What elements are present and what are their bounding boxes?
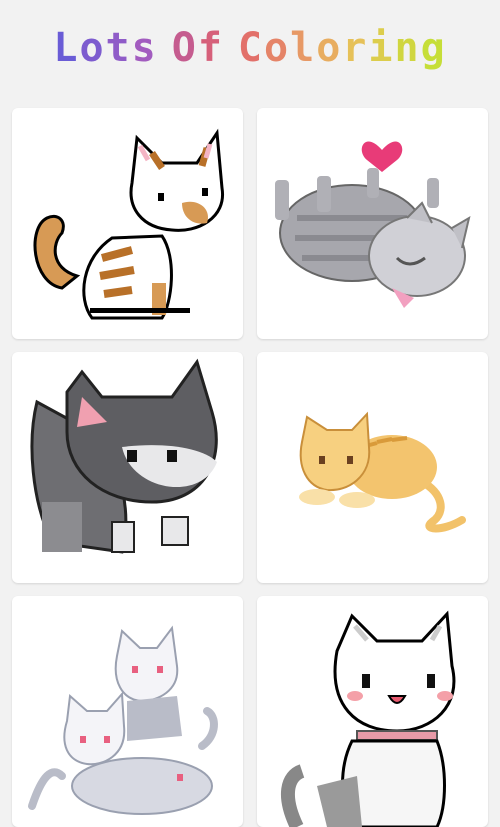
- artwork-card-white-cat-with-collar[interactable]: [257, 596, 488, 827]
- title-letter: l: [290, 25, 317, 71]
- artwork-card-gray-cat-with-heart[interactable]: [257, 108, 488, 339]
- gray-cat-with-heart-image: [275, 141, 471, 308]
- title-letter: o: [79, 25, 106, 71]
- title-letter: s: [131, 25, 158, 71]
- white-cat-with-collar-image: [280, 610, 456, 827]
- artwork-card-stacked-white-cats[interactable]: [12, 596, 243, 827]
- title-letter: n: [394, 25, 421, 71]
- title-letter: g: [420, 25, 447, 71]
- artwork-card-orange-striped-cat[interactable]: [12, 108, 243, 339]
- title-letter: O: [171, 25, 198, 71]
- title-letter: [224, 18, 238, 78]
- title-letter: o: [264, 25, 291, 71]
- artwork-card-orange-lying-cat[interactable]: [257, 352, 488, 583]
- title-letter: t: [105, 25, 132, 71]
- app-title: Lots Of Coloring: [0, 18, 500, 78]
- title-letter: i: [368, 25, 395, 71]
- title-letter: [158, 18, 172, 78]
- title-letter: C: [237, 25, 264, 71]
- title-letter: r: [342, 25, 369, 71]
- orange-lying-cat-image: [299, 411, 466, 533]
- artwork-card-gray-white-kitten[interactable]: [12, 352, 243, 583]
- title-letter: o: [316, 25, 343, 71]
- title-letter: f: [197, 25, 224, 71]
- gray-white-kitten-image: [30, 358, 218, 554]
- stacked-white-cats-image: [28, 625, 218, 815]
- orange-striped-cat-image: [33, 128, 224, 320]
- title-letter: L: [53, 25, 80, 71]
